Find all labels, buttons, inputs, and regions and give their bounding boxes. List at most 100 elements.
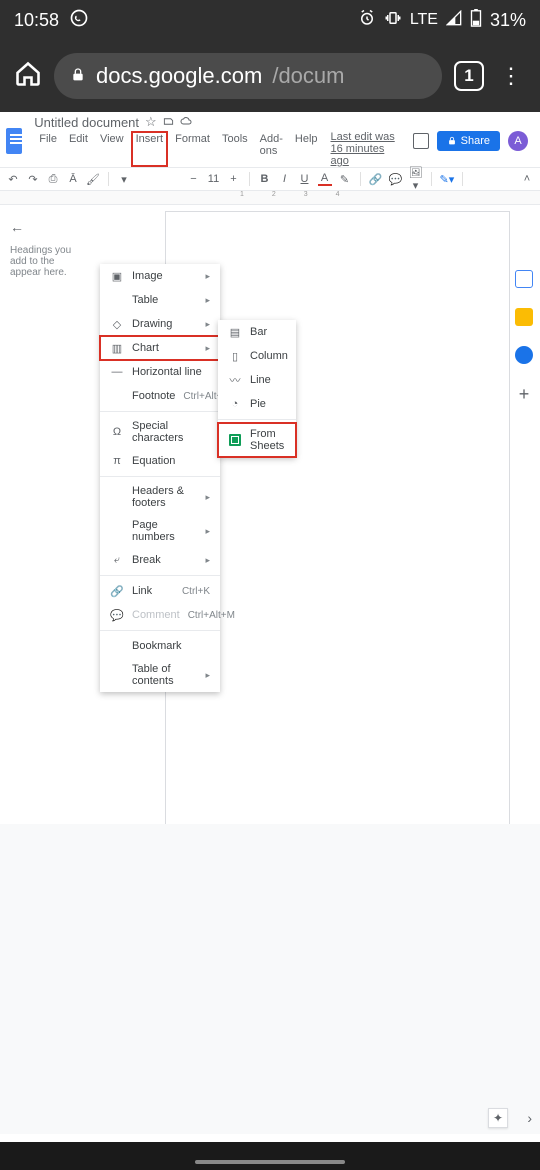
home-icon[interactable]	[14, 60, 42, 93]
insert-break[interactable]: ⤶Break▸	[100, 548, 220, 572]
underline-icon[interactable]: U	[298, 173, 312, 185]
editing-mode-icon[interactable]: ✎▾	[440, 173, 454, 186]
insert-image-icon[interactable]: 🖼▾	[409, 166, 423, 192]
menu-insert[interactable]: Insert	[131, 131, 169, 167]
menu-tools[interactable]: Tools	[217, 131, 253, 167]
menu-view[interactable]: View	[95, 131, 129, 167]
insert-footnote[interactable]: FootnoteCtrl+Alt+F	[100, 384, 220, 408]
column-chart-icon: ▯	[228, 349, 242, 363]
last-edit-link[interactable]: Last edit was 16 minutes ago	[331, 131, 405, 167]
cloud-status-icon[interactable]	[180, 115, 192, 130]
insert-link-icon[interactable]: 🔗	[369, 173, 383, 186]
signal-icon	[446, 10, 462, 31]
insert-comment[interactable]: 💬CommentCtrl+Alt+M	[100, 603, 220, 627]
browser-toolbar: docs.google.com/docum 1 ⋮	[0, 40, 540, 112]
menu-addons[interactable]: Add-ons	[255, 131, 288, 167]
address-bar[interactable]: docs.google.com/docum	[54, 53, 442, 99]
side-panel-rail: +	[512, 270, 536, 405]
image-icon: ▣	[110, 269, 124, 283]
url-host: docs.google.com	[96, 63, 262, 89]
ruler: 1234	[0, 191, 540, 205]
tab-switcher[interactable]: 1	[454, 61, 484, 91]
explore-button[interactable]: ✦	[488, 1108, 508, 1128]
break-icon: ⤶	[110, 553, 124, 567]
alarm-icon	[358, 9, 376, 32]
paint-format-icon[interactable]: 🖌	[86, 173, 100, 186]
outline-pane: ← Headings you add to the appear here.	[0, 205, 100, 905]
line-chart-icon: 〰	[228, 373, 242, 387]
docs-header: Untitled document ☆ File Edit View Inser…	[0, 112, 540, 167]
addons-plus-icon[interactable]: +	[519, 384, 530, 405]
print-icon[interactable]: ⎙	[46, 173, 60, 186]
redo-icon[interactable]: ↷	[26, 173, 40, 186]
insert-toc[interactable]: Table of contents▸	[100, 658, 220, 692]
insert-chart[interactable]: ▥Chart▸	[100, 336, 220, 360]
highlight-icon[interactable]: ✎	[338, 173, 352, 186]
undo-icon[interactable]: ↶	[6, 173, 20, 186]
pie-chart-icon: ◔	[228, 397, 242, 411]
docs-logo-icon[interactable]	[6, 128, 22, 154]
whatsapp-icon	[69, 8, 89, 33]
outline-hint2: appear here.	[10, 267, 90, 278]
chart-pie[interactable]: ◔Pie	[218, 392, 296, 416]
insert-page-numbers[interactable]: Page numbers▸	[100, 514, 220, 548]
insert-special-chars[interactable]: ΩSpecial characters	[100, 415, 220, 449]
insert-bookmark[interactable]: Bookmark	[100, 634, 220, 658]
share-button[interactable]: Share	[437, 131, 500, 151]
gesture-bar[interactable]	[195, 1160, 345, 1164]
overflow-menu-icon[interactable]: ⋮	[496, 63, 526, 89]
chart-column[interactable]: ▯Column	[218, 344, 296, 368]
move-icon[interactable]	[163, 115, 174, 130]
pi-icon: π	[110, 454, 124, 468]
side-panel-toggle-icon[interactable]: ›	[527, 1110, 532, 1126]
menu-edit[interactable]: Edit	[64, 131, 93, 167]
font-size-dec[interactable]: −	[187, 173, 201, 185]
insert-link[interactable]: 🔗LinkCtrl+K	[100, 579, 220, 603]
formatting-toolbar: ↶ ↷ ⎙ Ā 🖌 ▾ − 11 + B I U A ✎ 🔗 💬 🖼▾ ✎▾ ˄	[0, 167, 540, 191]
font-size[interactable]: 11	[207, 173, 221, 185]
outline-back-icon[interactable]: ←	[10, 219, 90, 235]
url-path: /docum	[272, 63, 344, 89]
document-title[interactable]: Untitled document	[34, 115, 139, 130]
outline-hint: Headings you add to the	[10, 245, 90, 267]
zoom-dropdown[interactable]: ▾	[117, 173, 131, 186]
keep-icon[interactable]	[515, 308, 533, 326]
chart-icon: ▥	[110, 341, 124, 355]
chart-submenu-panel: ▤Bar ▯Column 〰Line ◔Pie From Sheets	[218, 320, 296, 457]
lock-icon	[70, 67, 86, 86]
text-color-icon[interactable]: A	[318, 172, 332, 186]
chart-from-sheets[interactable]: From Sheets	[218, 423, 296, 457]
insert-hline[interactable]: —Horizontal line	[100, 360, 220, 384]
link-icon: 🔗	[110, 584, 124, 598]
comment-icon: 💬	[110, 608, 124, 622]
calendar-icon[interactable]	[515, 270, 533, 288]
insert-comment-icon[interactable]: 💬	[389, 173, 403, 186]
viewport-overflow	[0, 824, 540, 1134]
tasks-icon[interactable]	[515, 346, 533, 364]
font-size-inc[interactable]: +	[227, 173, 241, 185]
insert-headers-footers[interactable]: Headers & footers▸	[100, 480, 220, 514]
chart-bar[interactable]: ▤Bar	[218, 320, 296, 344]
account-avatar[interactable]: A	[508, 131, 528, 151]
battery-percent: 31%	[490, 10, 526, 31]
menu-format[interactable]: Format	[170, 131, 215, 167]
insert-equation[interactable]: πEquation	[100, 449, 220, 473]
chart-line[interactable]: 〰Line	[218, 368, 296, 392]
collapse-toolbar-icon[interactable]: ˄	[520, 173, 534, 185]
bold-icon[interactable]: B	[258, 173, 272, 185]
bar-chart-icon: ▤	[228, 325, 242, 339]
insert-image[interactable]: ▣Image▸	[100, 264, 220, 288]
omega-icon: Ω	[110, 425, 124, 439]
comments-icon[interactable]	[413, 133, 429, 149]
drawing-icon: ◇	[110, 317, 124, 331]
menu-file[interactable]: File	[34, 131, 62, 167]
insert-table[interactable]: Table▸	[100, 288, 220, 312]
menu-help[interactable]: Help	[290, 131, 323, 167]
star-icon[interactable]: ☆	[145, 114, 157, 130]
italic-icon[interactable]: I	[278, 173, 292, 185]
spellcheck-icon[interactable]: Ā	[66, 173, 80, 185]
insert-drawing[interactable]: ◇Drawing▸	[100, 312, 220, 336]
android-status-bar: 10:58 LTE 31%	[0, 0, 540, 40]
vibrate-icon	[384, 9, 402, 32]
network-lte: LTE	[410, 11, 438, 29]
